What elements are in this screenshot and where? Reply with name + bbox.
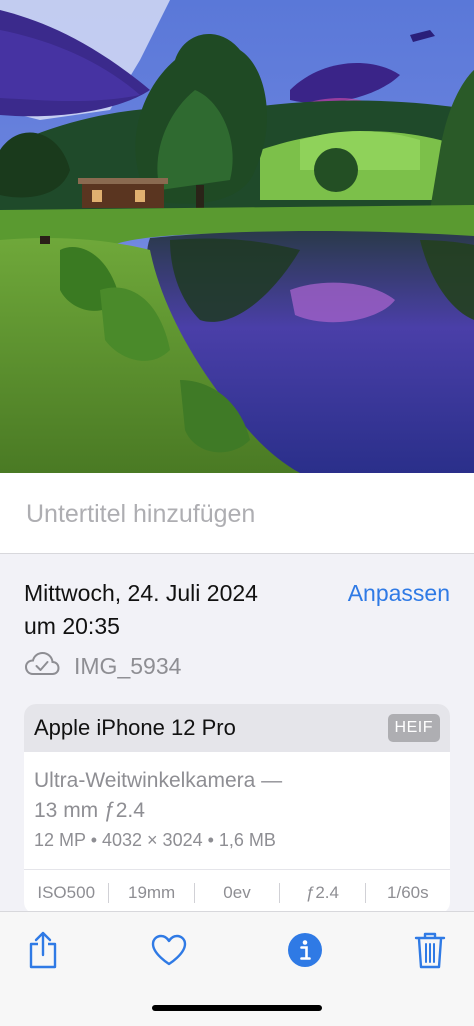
exif-row: ISO500 19mm 0ev ƒ2.4 1/60s — [24, 869, 450, 914]
image-specs: 12 MP • 4032 × 3024 • 1,6 MB — [34, 830, 276, 850]
trash-icon — [414, 932, 446, 969]
delete-button[interactable] — [410, 930, 450, 970]
exif-focal-length: 19mm — [108, 882, 193, 903]
share-icon — [29, 931, 57, 969]
exif-aperture: ƒ2.4 — [279, 882, 364, 903]
format-badge: HEIF — [387, 714, 440, 742]
share-button[interactable] — [23, 930, 63, 970]
exif-shutter: 1/60s — [364, 882, 450, 903]
exif-exposure: 0ev — [193, 882, 279, 903]
card-header: Apple iPhone 12 Pro HEIF — [24, 704, 450, 752]
info-button[interactable] — [285, 930, 325, 970]
camera-info-card[interactable]: Apple iPhone 12 Pro HEIF Ultra-Weitwinke… — [24, 704, 450, 914]
exif-iso: ISO500 — [37, 882, 96, 902]
heart-icon — [151, 934, 187, 966]
cloud-check-icon — [24, 651, 60, 682]
caption-section — [0, 473, 474, 554]
file-info-row: IMG_5934 — [24, 650, 181, 682]
time-text: um 20:35 — [24, 613, 120, 639]
caption-input[interactable] — [24, 495, 448, 533]
favorite-button[interactable] — [149, 930, 189, 970]
photo-view[interactable] — [0, 0, 474, 473]
filename: IMG_5934 — [74, 652, 182, 679]
landscape-photo — [0, 0, 474, 473]
lens-focal: 13 mm ƒ2.4 — [34, 799, 145, 822]
date-text: Mittwoch, 24. Juli 2024 — [24, 580, 258, 606]
device-name: Apple iPhone 12 Pro — [34, 715, 236, 740]
lens-info: Ultra-Weitwinkelkamera — 13 mm ƒ2.4 — [34, 766, 282, 826]
adjust-button[interactable]: Anpassen — [348, 580, 450, 607]
info-icon — [288, 933, 322, 967]
lens-name: Ultra-Weitwinkelkamera — — [34, 769, 283, 792]
home-indicator[interactable] — [152, 1005, 322, 1011]
